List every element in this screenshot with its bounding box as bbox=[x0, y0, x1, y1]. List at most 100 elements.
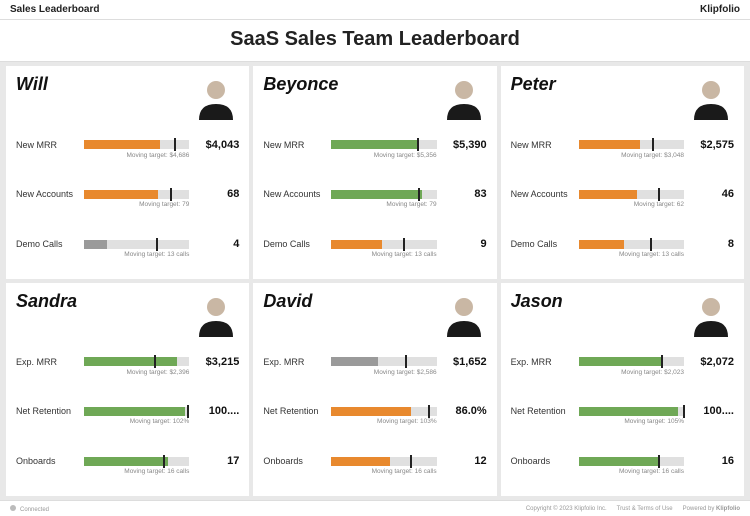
target-tick bbox=[418, 188, 420, 201]
metric-label: Net Retention bbox=[16, 406, 78, 416]
metric: Onboards16Moving target: 16 calls bbox=[511, 455, 734, 475]
person-card: Sandra Exp. MRR $3,215Moving target: $2,39… bbox=[6, 283, 249, 496]
target-tick bbox=[417, 138, 419, 151]
metric: New Accounts68Moving target: 79 bbox=[16, 188, 239, 208]
avatar bbox=[688, 291, 734, 337]
metric: Exp. MRR$1,652Moving target: $2,586 bbox=[263, 356, 486, 376]
person-name: Jason bbox=[511, 291, 563, 312]
moving-target-text: Moving target: 16 calls bbox=[511, 467, 734, 475]
bar-fill bbox=[84, 240, 107, 249]
target-tick bbox=[187, 405, 189, 418]
target-tick bbox=[403, 238, 405, 251]
metric-label: Demo Calls bbox=[16, 239, 78, 249]
bar-fill bbox=[579, 407, 678, 416]
person-name: Will bbox=[16, 74, 48, 95]
bullet-bar bbox=[84, 190, 189, 199]
moving-target-text: Moving target: $2,396 bbox=[16, 368, 239, 376]
person-name: Sandra bbox=[16, 291, 77, 312]
app-title: Sales Leaderboard bbox=[10, 4, 99, 15]
metric-label: New Accounts bbox=[263, 189, 325, 199]
metric: Exp. MRR $3,215Moving target: $2,396 bbox=[16, 356, 239, 376]
target-tick bbox=[658, 455, 660, 468]
metric-value: $1,652 bbox=[443, 356, 487, 368]
metric: Net Retention86.0%Moving target: 103% bbox=[263, 405, 486, 425]
avatar bbox=[193, 291, 239, 337]
metric-value: 100.... bbox=[195, 405, 239, 417]
bullet-bar bbox=[331, 457, 436, 466]
moving-target-text: Moving target: $2,586 bbox=[263, 368, 486, 376]
metric-value: 9 bbox=[443, 238, 487, 250]
metric-value: 100.... bbox=[690, 405, 734, 417]
bullet-bar bbox=[579, 357, 684, 366]
person-name: Beyonce bbox=[263, 74, 338, 95]
person-card: JasonExp. MRR$2,072Moving target: $2,023… bbox=[501, 283, 744, 496]
metric-label: New MRR bbox=[16, 140, 78, 150]
metric: New MRR$5,390Moving target: $5,356 bbox=[263, 139, 486, 159]
target-tick bbox=[683, 405, 685, 418]
metric-value: 8 bbox=[690, 238, 734, 250]
footer-terms[interactable]: Trust & Terms of Use bbox=[617, 506, 673, 512]
metric-value: $3,215 bbox=[195, 356, 239, 368]
metric-label: Onboards bbox=[511, 456, 573, 466]
moving-target-text: Moving target: 16 calls bbox=[16, 467, 239, 475]
target-tick bbox=[170, 188, 172, 201]
metric-value: 17 bbox=[195, 455, 239, 467]
bar-fill bbox=[579, 240, 624, 249]
metric-value: 4 bbox=[195, 238, 239, 250]
bar-fill bbox=[579, 190, 637, 199]
topbar: Sales Leaderboard Klipfolio bbox=[0, 0, 750, 20]
metric: Net Retention 100....Moving target: 102% bbox=[16, 405, 239, 425]
bar-fill bbox=[331, 190, 422, 199]
metric-value: 46 bbox=[690, 188, 734, 200]
bar-fill bbox=[331, 240, 382, 249]
bullet-bar bbox=[579, 407, 684, 416]
bar-fill bbox=[579, 357, 663, 366]
avatar bbox=[688, 74, 734, 120]
moving-target-text: Moving target: 79 bbox=[16, 200, 239, 208]
bar-fill bbox=[579, 140, 640, 149]
metric-label: Demo Calls bbox=[511, 239, 573, 249]
metric: New MRR$4,043Moving target: $4,686 bbox=[16, 139, 239, 159]
metric-label: Net Retention bbox=[511, 406, 573, 416]
moving-target-text: Moving target: 13 calls bbox=[16, 250, 239, 258]
metric: New Accounts 46Moving target: 62 bbox=[511, 188, 734, 208]
person-name: Peter bbox=[511, 74, 556, 95]
metric: Demo Calls 4Moving target: 13 calls bbox=[16, 238, 239, 258]
avatar bbox=[193, 74, 239, 120]
metric-value: 86.0% bbox=[443, 405, 487, 417]
bullet-bar bbox=[331, 240, 436, 249]
metric-label: Exp. MRR bbox=[511, 357, 573, 367]
person-card: Beyonce New MRR$5,390Moving target: $5,35… bbox=[253, 66, 496, 279]
person-card: DavidExp. MRR$1,652Moving target: $2,586… bbox=[253, 283, 496, 496]
bullet-bar bbox=[84, 240, 189, 249]
metric-value: 83 bbox=[443, 188, 487, 200]
moving-target-text: Moving target: $4,686 bbox=[16, 151, 239, 159]
bullet-bar bbox=[84, 457, 189, 466]
target-tick bbox=[661, 355, 663, 368]
moving-target-text: Moving target: 102% bbox=[16, 417, 239, 425]
bullet-bar bbox=[579, 140, 684, 149]
target-tick bbox=[156, 238, 158, 251]
person-card: PeterNew MRR$2,575Moving target: $3,048N… bbox=[501, 66, 744, 279]
bar-fill bbox=[84, 357, 177, 366]
moving-target-text: Moving target: 62 bbox=[511, 200, 734, 208]
metric-value: 12 bbox=[443, 455, 487, 467]
metric: Net Retention 100....Moving target: 105% bbox=[511, 405, 734, 425]
avatar bbox=[441, 291, 487, 337]
bar-fill bbox=[331, 407, 411, 416]
target-tick bbox=[428, 405, 430, 418]
bullet-bar bbox=[84, 140, 189, 149]
page-title: SaaS Sales Team Leaderboard bbox=[0, 20, 750, 62]
metric-label: New Accounts bbox=[511, 189, 573, 199]
moving-target-text: Moving target: 103% bbox=[263, 417, 486, 425]
moving-target-text: Moving target: 105% bbox=[511, 417, 734, 425]
metric-label: Exp. MRR bbox=[16, 357, 78, 367]
metric-label: Demo Calls bbox=[263, 239, 325, 249]
metric-label: New MRR bbox=[263, 140, 325, 150]
moving-target-text: Moving target: 13 calls bbox=[263, 250, 486, 258]
bar-fill bbox=[84, 190, 158, 199]
metric-value: $2,072 bbox=[690, 356, 734, 368]
bullet-bar bbox=[579, 240, 684, 249]
metric: Demo Calls 9Moving target: 13 calls bbox=[263, 238, 486, 258]
moving-target-text: Moving target: 16 calls bbox=[263, 467, 486, 475]
